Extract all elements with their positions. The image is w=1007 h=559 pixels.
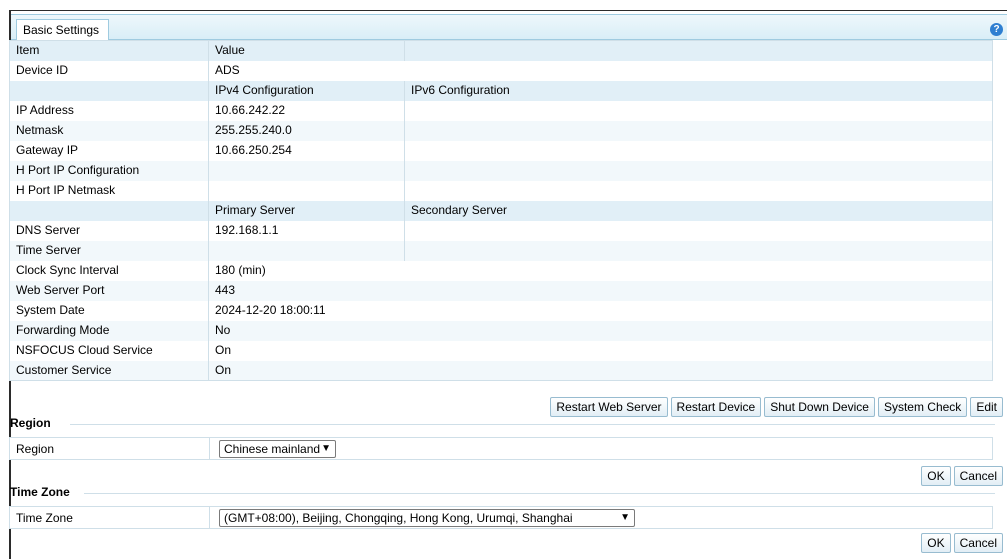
row-value: IPv4 Configuration (208, 80, 405, 101)
table-row: Customer Service On (9, 360, 993, 381)
table-row: NSFOCUS Cloud Service On (9, 340, 993, 361)
table-row: Gateway IP 10.66.250.254 (9, 140, 993, 161)
row-value-secondary (404, 180, 993, 201)
row-value: ADS (208, 60, 993, 81)
row-item-label: Device ID (9, 60, 209, 81)
row-item-label: Clock Sync Interval (9, 260, 209, 281)
timezone-row: Time Zone (GMT+08:00), Beijing, Chongqin… (9, 506, 993, 529)
row-value: On (208, 360, 993, 381)
edit-button[interactable]: Edit (970, 397, 1003, 417)
region-actions: OK Cancel (921, 466, 1003, 486)
table-row: Time Server (9, 240, 993, 261)
timezone-divider-line (209, 507, 210, 528)
device-actions: Restart Web Server Restart Device Shut D… (550, 397, 1003, 417)
table-row: H Port IP Netmask (9, 180, 993, 201)
timezone-cancel-button[interactable]: Cancel (953, 533, 1003, 553)
row-value: 180 (min) (208, 260, 993, 281)
region-divider (70, 424, 995, 425)
region-row: Region Chinese mainland ▼ (9, 437, 993, 460)
table-row: Netmask 255.255.240.0 (9, 120, 993, 141)
row-item-label: Customer Service (9, 360, 209, 381)
row-value-secondary (404, 160, 993, 181)
column-header-empty (404, 40, 993, 61)
table-row: Web Server Port 443 (9, 280, 993, 301)
basic-settings-table: Item Value Device ID ADS IPv4 Configuratio… (9, 40, 993, 381)
row-value (208, 240, 405, 261)
row-item-label: Web Server Port (9, 280, 209, 301)
region-ok-button[interactable]: OK (921, 466, 951, 486)
timezone-ok-button[interactable]: OK (921, 533, 951, 553)
region-cancel-button[interactable]: Cancel (953, 466, 1003, 486)
row-item-label: H Port IP Configuration (9, 160, 209, 181)
restart-device-button[interactable]: Restart Device (670, 397, 762, 417)
help-icon[interactable]: ? (990, 23, 1003, 36)
region-label: Region (16, 442, 55, 456)
restart-web-server-button[interactable]: Restart Web Server (550, 397, 668, 417)
row-item-label: Gateway IP (9, 140, 209, 161)
timezone-divider (84, 493, 995, 494)
region-divider-line (209, 438, 210, 459)
region-select[interactable]: Chinese mainland ▼ (219, 440, 336, 458)
table-subheader-row: IPv4 Configuration IPv6 Configuration (9, 80, 993, 101)
table-row: H Port IP Configuration (9, 160, 993, 181)
table-header-row: Item Value (9, 40, 993, 61)
row-value: 10.66.242.22 (208, 100, 405, 121)
table-row: Forwarding Mode No (9, 320, 993, 341)
region-section-title: Region (10, 416, 51, 430)
timezone-section-title: Time Zone (10, 485, 70, 499)
table-row: DNS Server 192.168.1.1 (9, 220, 993, 241)
row-item-label: System Date (9, 300, 209, 321)
tab-bar: Basic Settings ? (11, 14, 1007, 42)
column-header-value: Value (208, 40, 405, 61)
row-value: No (208, 320, 993, 341)
row-item-label: H Port IP Netmask (9, 180, 209, 201)
row-value-secondary (404, 240, 993, 261)
row-item-label (9, 200, 209, 221)
row-value-secondary: IPv6 Configuration (404, 80, 993, 101)
timezone-label: Time Zone (16, 511, 73, 525)
row-item-label: NSFOCUS Cloud Service (9, 340, 209, 361)
chevron-down-icon: ▼ (321, 443, 331, 454)
system-check-button[interactable]: System Check (877, 397, 968, 417)
row-value: On (208, 340, 993, 361)
row-value: 10.66.250.254 (208, 140, 405, 161)
table-row: Device ID ADS (9, 60, 993, 81)
row-value: 192.168.1.1 (208, 220, 405, 241)
row-value-secondary (404, 120, 993, 141)
table-row: System Date 2024-12-20 18:00:11 (9, 300, 993, 321)
row-value-secondary (404, 140, 993, 161)
column-header-item: Item (9, 40, 209, 61)
row-value (208, 180, 405, 201)
row-value (208, 160, 405, 181)
table-row: IP Address 10.66.242.22 (9, 100, 993, 121)
region-select-value: Chinese mainland (224, 442, 321, 456)
row-item-label: DNS Server (9, 220, 209, 241)
row-value-secondary (404, 100, 993, 121)
timezone-actions: OK Cancel (921, 533, 1003, 553)
timezone-select-value: (GMT+08:00), Beijing, Chongqing, Hong Ko… (224, 511, 573, 525)
shut-down-device-button[interactable]: Shut Down Device (764, 397, 875, 417)
row-value: 255.255.240.0 (208, 120, 405, 141)
row-item-label (9, 80, 209, 101)
row-value-secondary (404, 220, 993, 241)
chevron-down-icon: ▼ (620, 512, 630, 523)
timezone-select[interactable]: (GMT+08:00), Beijing, Chongqing, Hong Ko… (219, 509, 635, 527)
row-item-label: IP Address (9, 100, 209, 121)
row-item-label: Netmask (9, 120, 209, 141)
table-subheader-row: Primary Server Secondary Server (9, 200, 993, 221)
row-item-label: Time Server (9, 240, 209, 261)
table-row: Clock Sync Interval 180 (min) (9, 260, 993, 281)
row-value: 2024-12-20 18:00:11 (208, 300, 993, 321)
row-value-secondary: Secondary Server (404, 200, 993, 221)
row-item-label: Forwarding Mode (9, 320, 209, 341)
row-value: 443 (208, 280, 993, 301)
tab-basic-settings[interactable]: Basic Settings (16, 19, 109, 42)
row-value: Primary Server (208, 200, 405, 221)
